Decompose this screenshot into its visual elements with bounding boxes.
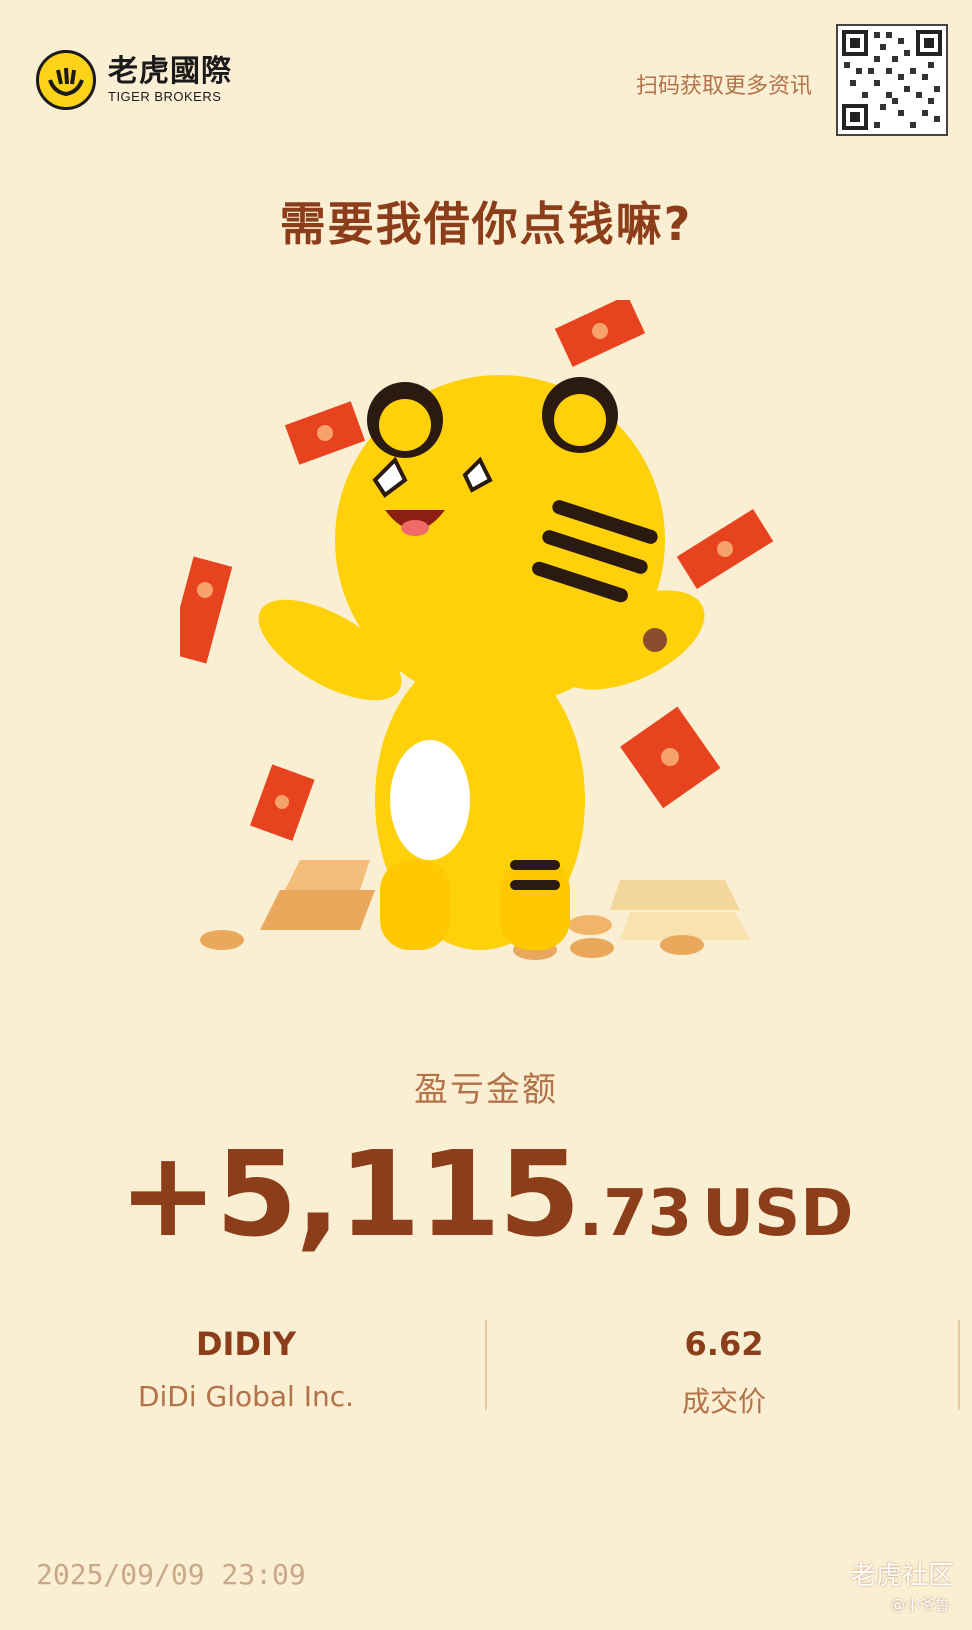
watermark: 老虎社区 [849, 1561, 954, 1591]
trade-price-label: 成交价 [681, 1385, 766, 1418]
brand-logo: 老虎國際 TIGER BROKERS [36, 50, 232, 110]
headline: 需要我借你点钱嘛? [279, 197, 693, 251]
brand-name-cn: 老虎國際 [108, 53, 232, 89]
divider [958, 1320, 960, 1410]
pnl-currency: USD [702, 1177, 854, 1251]
stock-ticker: DIDIY [195, 1325, 297, 1363]
red-envelope-icon [554, 295, 646, 367]
stock-company: DiDi Global Inc. [137, 1380, 355, 1413]
timestamp: 2025/09/09 23:09 [36, 1558, 306, 1591]
trade-price: 6.62 [684, 1325, 764, 1363]
tiger-logo-icon [36, 50, 96, 110]
tiger-mascot-illustration [167, 295, 800, 1010]
watermark-user: @小爷鲁 [889, 1596, 950, 1614]
pnl-label: 盈亏金额 [414, 1070, 558, 1110]
pnl-sign: + [118, 1125, 218, 1263]
scan-prompt: 扫码获取更多资讯 [635, 74, 812, 99]
pnl-integer: 5,115 [215, 1125, 581, 1263]
brand-name-en: TIGER BROKERS [108, 89, 222, 105]
qr-code-icon [836, 24, 948, 136]
pnl-amount: +5,115.73 USD [0, 1125, 972, 1263]
pnl-decimal: .73 [578, 1177, 693, 1251]
divider [485, 1320, 487, 1410]
